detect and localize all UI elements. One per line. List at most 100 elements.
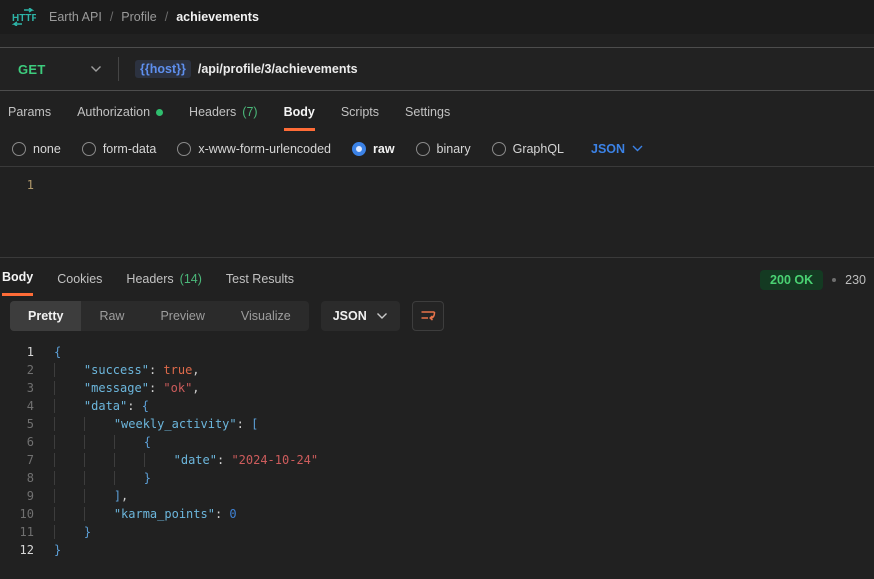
response-tab-body[interactable]: Body (2, 270, 33, 296)
radio-label: form-data (103, 142, 157, 156)
line-number: 9 (0, 487, 34, 505)
http-request-icon: HTTP (10, 8, 36, 26)
radio-icon (416, 142, 430, 156)
chevron-down-icon (90, 65, 102, 73)
headers-count: (7) (242, 105, 257, 119)
indent-guide (114, 453, 144, 467)
host-variable-chip[interactable]: {{host}} (135, 60, 191, 78)
view-pretty[interactable]: Pretty (10, 301, 81, 331)
request-body-editor[interactable]: 1 (0, 167, 874, 257)
tab-label: Body (2, 270, 33, 284)
body-mode-urlencoded[interactable]: x-www-form-urlencoded (177, 142, 331, 156)
code-line[interactable]: 8 } (0, 469, 874, 487)
indent-guide (84, 507, 114, 521)
code-text: } (34, 469, 151, 487)
tab-body[interactable]: Body (284, 105, 315, 131)
request-tabs: Params Authorization Headers (7) Body Sc… (0, 91, 874, 131)
response-toolbar: Pretty Raw Preview Visualize JSON (0, 296, 874, 337)
breadcrumb-separator: / (110, 10, 113, 24)
code-text: { (34, 343, 61, 361)
tab-headers[interactable]: Headers (7) (189, 105, 258, 128)
body-mode-graphql[interactable]: GraphQL (492, 142, 564, 156)
response-meta: 200 OK 230 (760, 270, 866, 299)
tab-authorization[interactable]: Authorization (77, 105, 163, 128)
breadcrumb-separator: / (165, 10, 168, 24)
code-text: "weekly_activity": [ (34, 415, 258, 433)
indent-guide (144, 453, 174, 467)
code-text: { (34, 433, 151, 451)
tab-label: Scripts (341, 105, 379, 119)
view-preview[interactable]: Preview (142, 301, 222, 331)
wrap-lines-button[interactable] (412, 301, 444, 331)
code-line[interactable]: 9 ], (0, 487, 874, 505)
code-line[interactable]: 3 "message": "ok", (0, 379, 874, 397)
url-path: /api/profile/3/achievements (198, 62, 358, 76)
separator-dot (832, 278, 836, 282)
tab-scripts[interactable]: Scripts (341, 105, 379, 128)
breadcrumb-collection[interactable]: Earth API (49, 10, 102, 24)
view-visualize[interactable]: Visualize (223, 301, 309, 331)
indent-guide (84, 417, 114, 431)
code-line[interactable]: 6 { (0, 433, 874, 451)
indent-guide (84, 471, 114, 485)
indent-guide (54, 381, 84, 395)
line-number: 2 (0, 361, 34, 379)
top-bar: HTTP Earth API / Profile / achievements (0, 0, 874, 34)
code-line[interactable]: 2 "success": true, (0, 361, 874, 379)
indent-guide (84, 453, 114, 467)
url-input[interactable]: {{host}} /api/profile/3/achievements (119, 60, 874, 78)
line-number: 8 (0, 469, 34, 487)
response-tab-cookies[interactable]: Cookies (57, 270, 102, 296)
breadcrumb-folder[interactable]: Profile (121, 10, 156, 24)
auth-status-dot (156, 109, 163, 116)
code-text: "date": "2024-10-24" (34, 451, 318, 469)
response-tab-headers[interactable]: Headers (14) (126, 270, 201, 296)
view-raw[interactable]: Raw (81, 301, 142, 331)
body-mode-none[interactable]: none (12, 142, 61, 156)
indent-guide (54, 399, 84, 413)
body-mode-binary[interactable]: binary (416, 142, 471, 156)
editor-line-number: 1 (0, 178, 34, 192)
radio-icon (12, 142, 26, 156)
code-line[interactable]: 5 "weekly_activity": [ (0, 415, 874, 433)
code-line[interactable]: 11 } (0, 523, 874, 541)
code-text: ], (34, 487, 128, 505)
code-line[interactable]: 4 "data": { (0, 397, 874, 415)
code-line[interactable]: 10 "karma_points": 0 (0, 505, 874, 523)
response-language-selector[interactable]: JSON (321, 301, 400, 331)
line-number: 4 (0, 397, 34, 415)
radio-label: x-www-form-urlencoded (198, 142, 331, 156)
tab-label: Headers (126, 272, 173, 286)
code-text: "karma_points": 0 (34, 505, 237, 523)
breadcrumb-request: achievements (176, 10, 259, 24)
tab-settings[interactable]: Settings (405, 105, 450, 128)
method-selector[interactable]: GET (0, 48, 118, 90)
headers-count: (14) (180, 272, 202, 286)
wrap-lines-icon (420, 309, 436, 323)
code-text: "message": "ok", (34, 379, 200, 397)
code-line[interactable]: 12} (0, 541, 874, 559)
response-code: 1{2 "success": true,3 "message": "ok",4 … (0, 337, 874, 559)
code-text: "data": { (34, 397, 149, 415)
line-number: 12 (0, 541, 34, 559)
tab-label: Cookies (57, 272, 102, 286)
status-badge[interactable]: 200 OK (760, 270, 823, 290)
method-label: GET (18, 62, 46, 77)
code-line[interactable]: 1{ (0, 343, 874, 361)
chevron-down-icon (632, 145, 643, 152)
indent-guide (54, 507, 84, 521)
body-language-selector[interactable]: JSON (591, 142, 643, 156)
body-mode-raw[interactable]: raw (352, 142, 395, 156)
indent-guide (114, 471, 144, 485)
code-line[interactable]: 7 "date": "2024-10-24" (0, 451, 874, 469)
tab-params[interactable]: Params (8, 105, 51, 128)
body-mode-form-data[interactable]: form-data (82, 142, 157, 156)
line-number: 5 (0, 415, 34, 433)
chevron-down-icon (376, 312, 388, 320)
radio-label: GraphQL (513, 142, 564, 156)
response-tab-test-results[interactable]: Test Results (226, 270, 294, 296)
radio-icon (352, 142, 366, 156)
line-number: 6 (0, 433, 34, 451)
radio-label: none (33, 142, 61, 156)
body-mode-row: none form-data x-www-form-urlencoded raw… (0, 131, 874, 167)
